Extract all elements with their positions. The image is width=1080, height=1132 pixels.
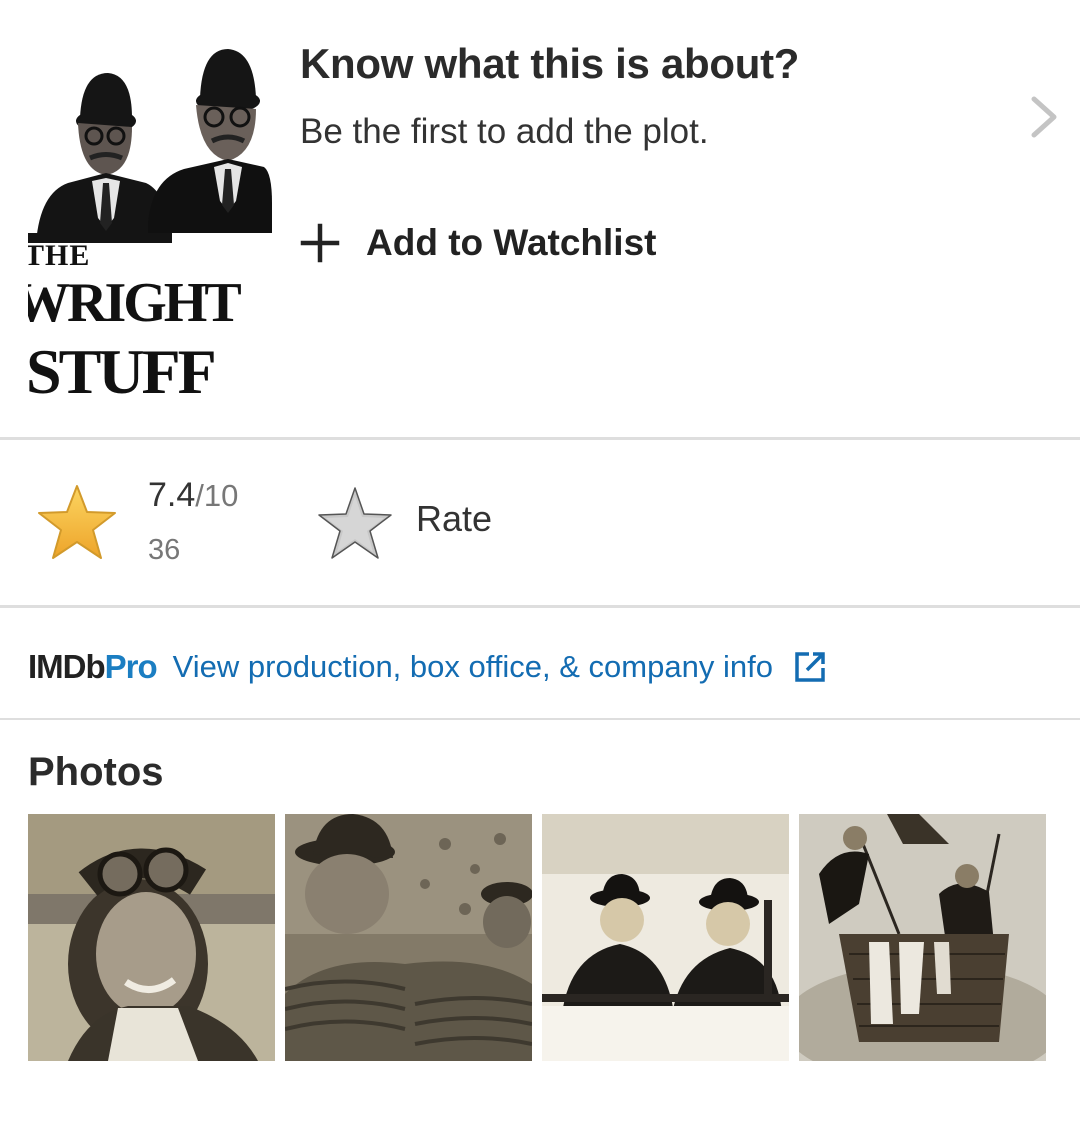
rate-button[interactable]: Rate: [316, 482, 576, 562]
star-icon: [38, 485, 116, 559]
divider: [0, 605, 1080, 608]
title-page: THE WRIGHT STUFF Know what this is about…: [0, 0, 1080, 1132]
poster-text-the: THE: [28, 239, 90, 272]
rating-count: 36: [148, 534, 181, 566]
plot-subtitle: Be the first to add the plot.: [300, 112, 709, 151]
watchlist-label: Add to Watchlist: [366, 222, 657, 263]
external-link-icon: [795, 652, 825, 682]
rating-value: 7.4/10: [148, 476, 238, 515]
divider: [0, 437, 1080, 440]
plus-icon: [300, 223, 340, 263]
add-to-watchlist-button[interactable]: Add to Watchlist: [300, 218, 657, 268]
imdbpro-logo-imdb: IMDb: [28, 648, 106, 685]
imdbpro-section: IMDbPro View production, box office, & c…: [0, 609, 1080, 719]
rate-label: Rate: [416, 498, 493, 539]
photos-heading: Photos: [28, 750, 164, 794]
poster-text-wright: WRIGHT: [28, 272, 241, 334]
photo-thumbnail[interactable]: [542, 814, 789, 1061]
chevron-right-icon[interactable]: [1024, 94, 1064, 140]
imdbpro-link[interactable]: IMDbPro View production, box office, & c…: [28, 645, 827, 689]
imdbpro-logo-pro: Pro: [104, 648, 158, 685]
rating-max: /10: [195, 478, 239, 513]
rating-score: 7.4: [148, 476, 196, 514]
photo-thumbnail[interactable]: [28, 814, 275, 1061]
poster-image[interactable]: THE WRIGHT STUFF: [28, 43, 272, 403]
poster-text-stuff: STUFF: [28, 336, 215, 403]
imdbpro-link-text: View production, box office, & company i…: [172, 649, 773, 684]
star-outline-icon: [318, 487, 392, 559]
divider: [0, 718, 1080, 720]
rating-section: 7.4/10 36 Rate: [0, 442, 1080, 607]
imdbpro-logo: IMDbPro: [28, 648, 158, 686]
photo-thumbnail[interactable]: [285, 814, 532, 1061]
plot-section[interactable]: THE WRIGHT STUFF Know what this is about…: [0, 0, 1080, 440]
plot-heading: Know what this is about?: [300, 40, 800, 87]
photo-thumbnail[interactable]: [799, 814, 1046, 1061]
